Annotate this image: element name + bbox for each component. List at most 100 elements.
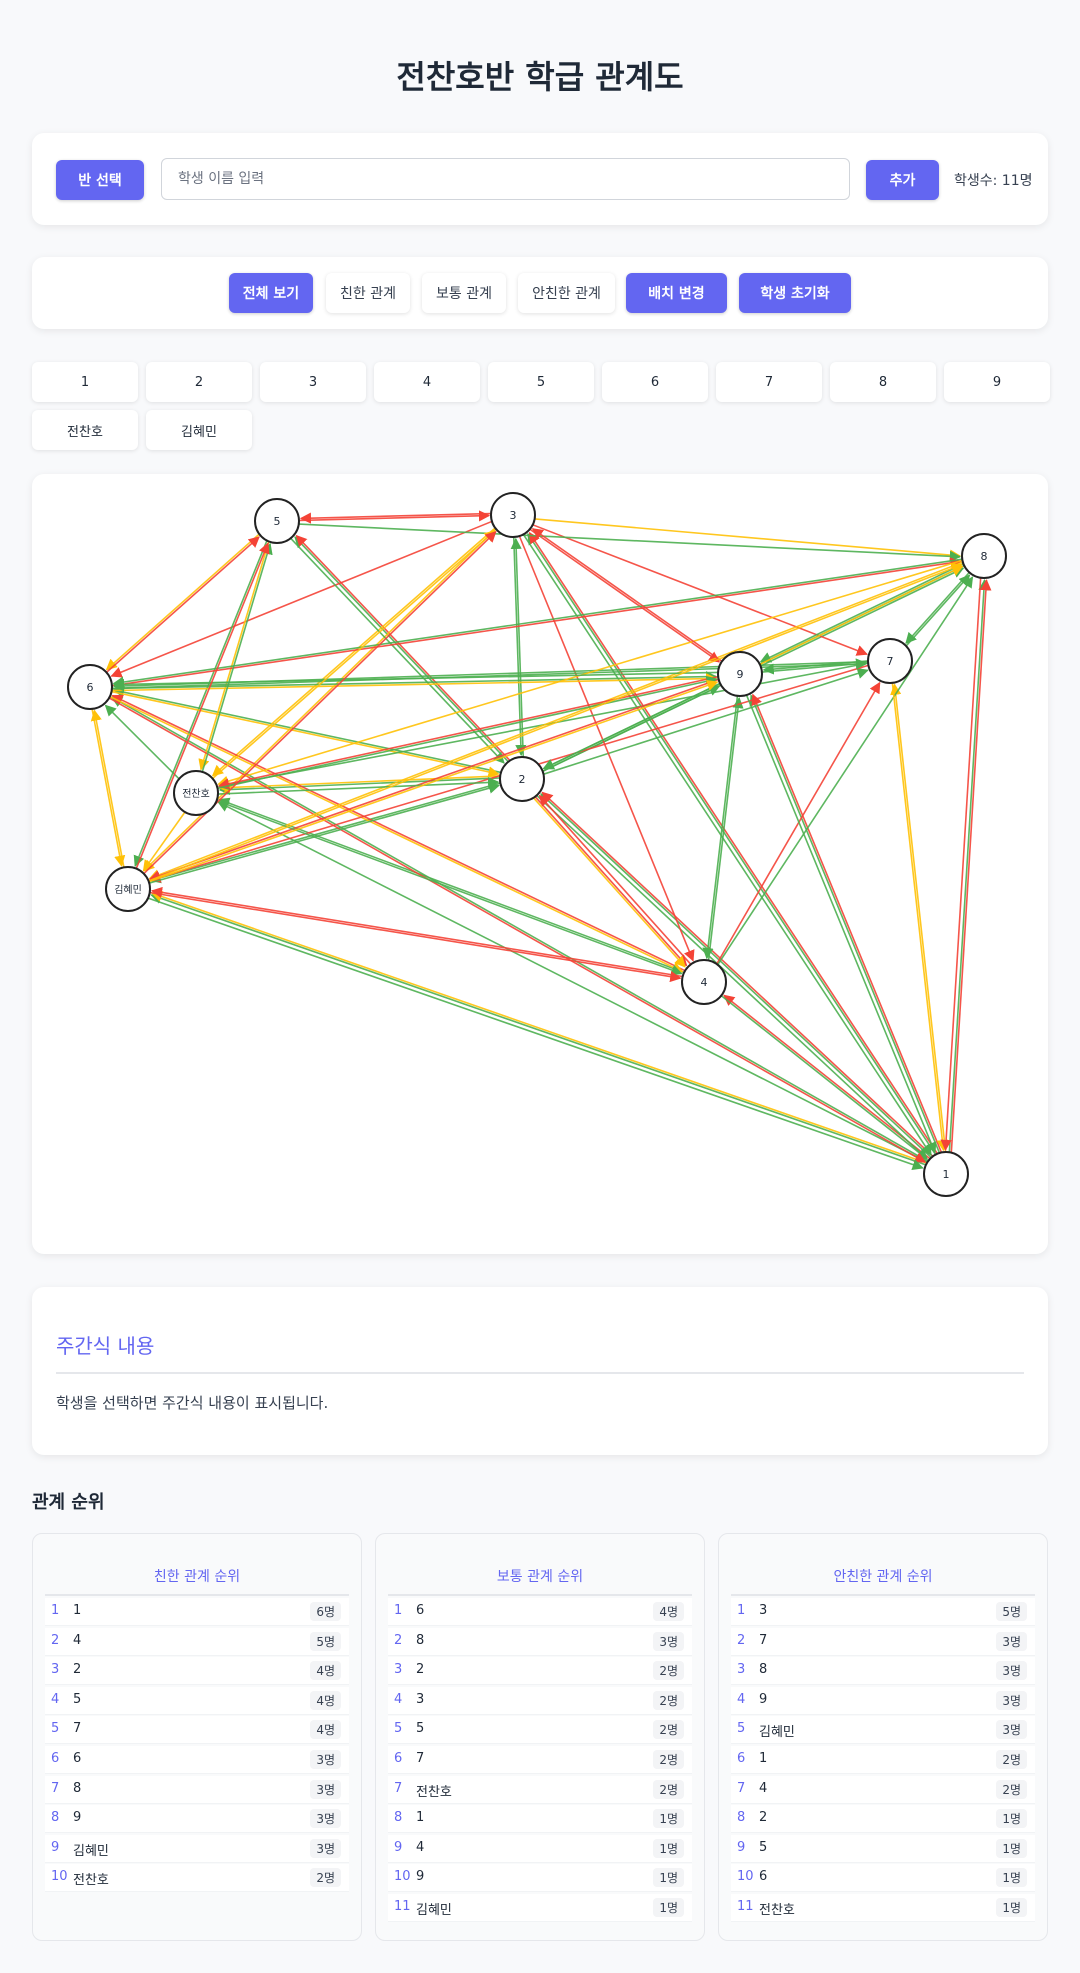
ranking-count-badge: 1명 bbox=[653, 1838, 684, 1858]
student-button[interactable]: 1 bbox=[32, 362, 138, 402]
ranking-count-badge: 3명 bbox=[310, 1838, 341, 1858]
ranking-row: 7 4 2명 bbox=[731, 1775, 1035, 1804]
student-button[interactable]: 5 bbox=[488, 362, 594, 402]
ranking-row: 6 6 3명 bbox=[45, 1746, 349, 1774]
relationship-edge bbox=[211, 527, 496, 777]
student-node-label: 3 bbox=[510, 509, 517, 522]
relationship-edge bbox=[294, 536, 509, 763]
class-select-button[interactable]: 반 선택 bbox=[56, 160, 144, 200]
ranking-count-badge: 3명 bbox=[310, 1750, 341, 1769]
ranking-student-name: 5 bbox=[416, 1721, 425, 1737]
filter-close-button[interactable]: 친한 관계 bbox=[326, 273, 410, 313]
ranking-row: 1 3 5명 bbox=[731, 1598, 1035, 1626]
ranking-heading: 관계 순위 bbox=[32, 1492, 105, 1513]
student-node[interactable]: 전찬호 bbox=[173, 770, 219, 816]
student-node[interactable]: 7 bbox=[867, 638, 913, 684]
student-button[interactable]: 4 bbox=[374, 362, 480, 402]
ranking-student-name: 7 bbox=[73, 1721, 82, 1737]
ranking-number: 1 bbox=[51, 1603, 60, 1618]
relationship-edge bbox=[290, 537, 505, 764]
ranking-number: 2 bbox=[737, 1632, 746, 1648]
student-name-input[interactable] bbox=[161, 158, 850, 200]
student-node[interactable]: 5 bbox=[254, 498, 300, 544]
ranking-count-badge: 4명 bbox=[310, 1690, 341, 1710]
relationship-edge bbox=[940, 577, 982, 1152]
ranking-student-name: 9 bbox=[73, 1810, 82, 1826]
ranking-count-badge: 3명 bbox=[653, 1631, 684, 1651]
reset-students-button[interactable]: 학생 초기화 bbox=[739, 273, 851, 313]
student-button[interactable]: 3 bbox=[260, 362, 366, 402]
relationship-edge bbox=[531, 528, 723, 663]
ranking-number: 11 bbox=[394, 1899, 411, 1914]
ranking-number: 3 bbox=[394, 1662, 403, 1678]
relationship-edge bbox=[142, 811, 186, 872]
student-node[interactable]: 9 bbox=[717, 651, 763, 697]
student-node[interactable]: 8 bbox=[961, 533, 1007, 579]
ranking-count-badge: 5명 bbox=[310, 1631, 341, 1651]
ranking-count-badge: 2명 bbox=[653, 1750, 684, 1769]
ranking-count-badge: 4명 bbox=[653, 1602, 684, 1621]
ranking-number: 1 bbox=[737, 1603, 746, 1618]
student-node-label: 9 bbox=[737, 668, 744, 681]
ranking-student-name: 7 bbox=[759, 1632, 768, 1648]
student-button[interactable]: 2 bbox=[146, 362, 252, 402]
close-ranking-title: 친한 관계 순위 bbox=[153, 1569, 241, 1585]
ranking-number: 6 bbox=[51, 1751, 60, 1766]
ranking-number: 9 bbox=[737, 1839, 746, 1855]
student-button[interactable]: 9 bbox=[944, 362, 1050, 402]
ranking-count-badge: 1명 bbox=[996, 1868, 1027, 1888]
relationship-edge bbox=[149, 891, 682, 983]
student-node-label: 1 bbox=[943, 1168, 950, 1181]
rearrange-button[interactable]: 배치 변경 bbox=[626, 273, 727, 313]
ranking-number: 10 bbox=[737, 1869, 754, 1885]
ranking-row: 6 1 2명 bbox=[731, 1746, 1035, 1774]
student-node[interactable]: 3 bbox=[490, 492, 536, 538]
relationship-edge bbox=[905, 574, 971, 647]
filter-all-button[interactable]: 전체 보기 bbox=[229, 273, 313, 313]
ranking-count-badge: 2명 bbox=[653, 1720, 684, 1740]
student-button[interactable]: 전찬호 bbox=[32, 410, 138, 450]
relationship-edge bbox=[150, 891, 927, 1164]
ranking-count-badge: 3명 bbox=[996, 1720, 1027, 1740]
ranking-count-badge: 3명 bbox=[996, 1690, 1027, 1710]
student-button[interactable]: 7 bbox=[716, 362, 822, 402]
ranking-number: 4 bbox=[737, 1691, 746, 1707]
relationship-edge bbox=[716, 681, 881, 965]
ranking-count-badge: 1명 bbox=[653, 1898, 684, 1917]
student-node-label: 2 bbox=[519, 773, 526, 786]
relationship-edge bbox=[948, 578, 990, 1153]
ranking-student-name: 2 bbox=[73, 1662, 82, 1678]
student-node[interactable]: 6 bbox=[67, 664, 113, 710]
ranking-number: 5 bbox=[737, 1721, 746, 1737]
relationship-edge bbox=[518, 535, 695, 962]
student-node[interactable]: 1 bbox=[923, 1151, 969, 1197]
relationship-edge bbox=[950, 579, 992, 1153]
journal-placeholder: 학생을 선택하면 주간식 내용이 표시됩니다. bbox=[56, 1394, 329, 1412]
ranking-student-name: 2 bbox=[416, 1662, 425, 1678]
student-node[interactable]: 2 bbox=[499, 756, 545, 802]
ranking-number: 9 bbox=[51, 1839, 60, 1855]
ranking-count-badge: 4명 bbox=[310, 1720, 341, 1740]
student-button[interactable]: 8 bbox=[830, 362, 936, 402]
ranking-row: 10 6 1명 bbox=[731, 1864, 1035, 1893]
filter-distant-button[interactable]: 안친한 관계 bbox=[518, 273, 615, 313]
student-button[interactable]: 6 bbox=[602, 362, 708, 402]
ranking-row: 5 5 2명 bbox=[388, 1716, 692, 1745]
ranking-divider bbox=[731, 1594, 1035, 1596]
ranking-student-name: 4 bbox=[73, 1632, 82, 1648]
ranking-student-name: 전찬호 bbox=[759, 1903, 795, 1918]
ranking-student-name: 2 bbox=[759, 1810, 768, 1826]
student-node[interactable]: 4 bbox=[681, 959, 727, 1005]
relationship-edge bbox=[891, 682, 948, 1152]
relationship-edge bbox=[91, 708, 126, 867]
ranking-row: 10 전찬호 2명 bbox=[45, 1864, 349, 1893]
student-button[interactable]: 김혜민 bbox=[146, 410, 252, 450]
student-node[interactable]: 김혜민 bbox=[105, 866, 151, 912]
ranking-number: 2 bbox=[394, 1632, 403, 1648]
add-student-button[interactable]: 추가 bbox=[866, 160, 939, 200]
ranking-number: 1 bbox=[394, 1603, 403, 1618]
ranking-count-badge: 4명 bbox=[310, 1661, 341, 1681]
ranking-student-name: 6 bbox=[416, 1603, 425, 1618]
filter-normal-button[interactable]: 보통 관계 bbox=[422, 273, 506, 313]
ranking-student-name: 김혜민 bbox=[73, 1843, 109, 1859]
